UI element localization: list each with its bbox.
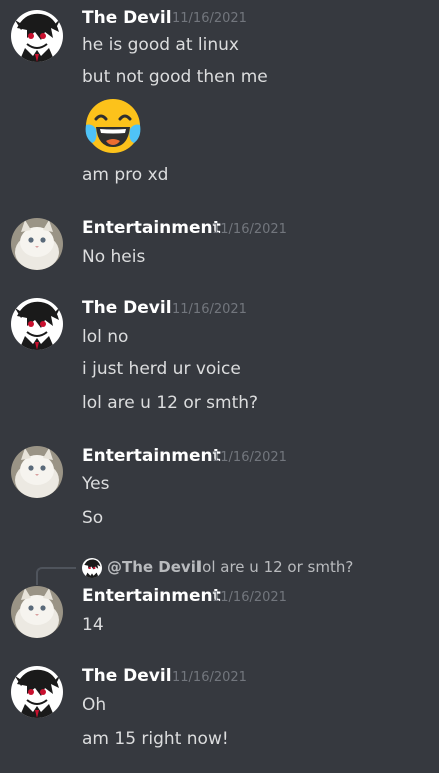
message-author[interactable]: Entertainment: [82, 446, 221, 466]
devil-avatar-icon: [11, 666, 63, 718]
message-text: lol are u 12 or smth?: [82, 393, 259, 413]
message-text: i just herd ur voice: [82, 359, 241, 379]
message-text: but not good then me: [82, 67, 268, 87]
message-text: am pro xd: [82, 165, 169, 185]
message-text: Yes: [82, 474, 110, 494]
message-timestamp: 11/16/2021: [172, 670, 247, 685]
reply-preview-text[interactable]: lol are u 12 or smth?: [198, 558, 353, 576]
entertainment-avatar[interactable]: [11, 218, 63, 270]
white-persian-cat-avatar-icon: [11, 586, 63, 638]
chat-message-list: The Devil 11/16/2021 he is good at linux…: [0, 0, 439, 773]
message-author[interactable]: The Devil: [82, 298, 172, 318]
message-timestamp: 11/16/2021: [172, 11, 247, 26]
devil-avatar-icon: [82, 558, 102, 578]
devil-avatar-icon: [11, 298, 63, 350]
message-timestamp: 11/16/2021: [212, 590, 287, 605]
message-author[interactable]: The Devil: [82, 8, 172, 28]
message-text: he is good at linux: [82, 35, 239, 55]
message-author[interactable]: Entertainment: [82, 218, 221, 238]
message-text: Oh: [82, 695, 107, 715]
entertainment-avatar[interactable]: [11, 586, 63, 638]
devil-avatar-icon: [11, 10, 63, 62]
message-author[interactable]: The Devil: [82, 666, 172, 686]
reply-mention[interactable]: @The Devil: [107, 558, 201, 576]
message-text: 14: [82, 615, 104, 635]
white-persian-cat-avatar-icon: [11, 446, 63, 498]
message-timestamp: 11/16/2021: [212, 450, 287, 465]
message-text: So: [82, 508, 104, 528]
reply-avatar[interactable]: [82, 558, 102, 578]
reply-connector-line: [36, 567, 76, 585]
message-text: No heis: [82, 247, 146, 267]
message-text: am 15 right now!: [82, 729, 229, 749]
message-text: lol no: [82, 327, 129, 347]
devil-avatar[interactable]: [11, 666, 63, 718]
devil-avatar[interactable]: [11, 10, 63, 62]
entertainment-avatar[interactable]: [11, 446, 63, 498]
message-author[interactable]: Entertainment: [82, 586, 221, 606]
face-with-tears-of-joy-emoji-icon: 😂: [85, 99, 141, 153]
message-timestamp: 11/16/2021: [212, 222, 287, 237]
devil-avatar[interactable]: [11, 298, 63, 350]
message-timestamp: 11/16/2021: [172, 302, 247, 317]
white-persian-cat-avatar-icon: [11, 218, 63, 270]
